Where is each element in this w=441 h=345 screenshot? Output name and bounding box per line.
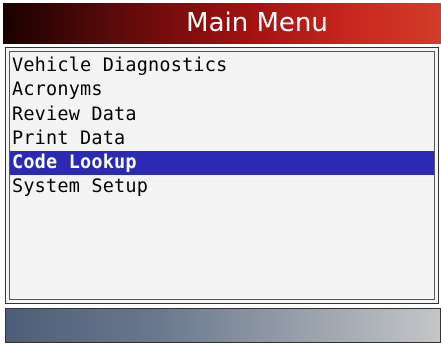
status-bar	[5, 308, 441, 343]
menu-panel-inner: Vehicle Diagnostics Acronyms Review Data…	[9, 51, 435, 300]
menu-item-print-data[interactable]: Print Data	[10, 127, 434, 151]
title-bar: Main Menu	[3, 3, 441, 44]
menu-item-review-data[interactable]: Review Data	[10, 103, 434, 127]
scan-tool-screen: Main Menu Vehicle Diagnostics Acronyms R…	[0, 0, 441, 345]
menu-item-code-lookup[interactable]: Code Lookup	[10, 151, 434, 176]
menu-item-vehicle-diagnostics[interactable]: Vehicle Diagnostics	[10, 54, 434, 78]
main-menu-list: Vehicle Diagnostics Acronyms Review Data…	[10, 54, 434, 200]
page-title: Main Menu	[186, 8, 328, 38]
menu-item-acronyms[interactable]: Acronyms	[10, 78, 434, 102]
menu-panel: Vehicle Diagnostics Acronyms Review Data…	[5, 47, 439, 304]
menu-item-system-setup[interactable]: System Setup	[10, 175, 434, 199]
